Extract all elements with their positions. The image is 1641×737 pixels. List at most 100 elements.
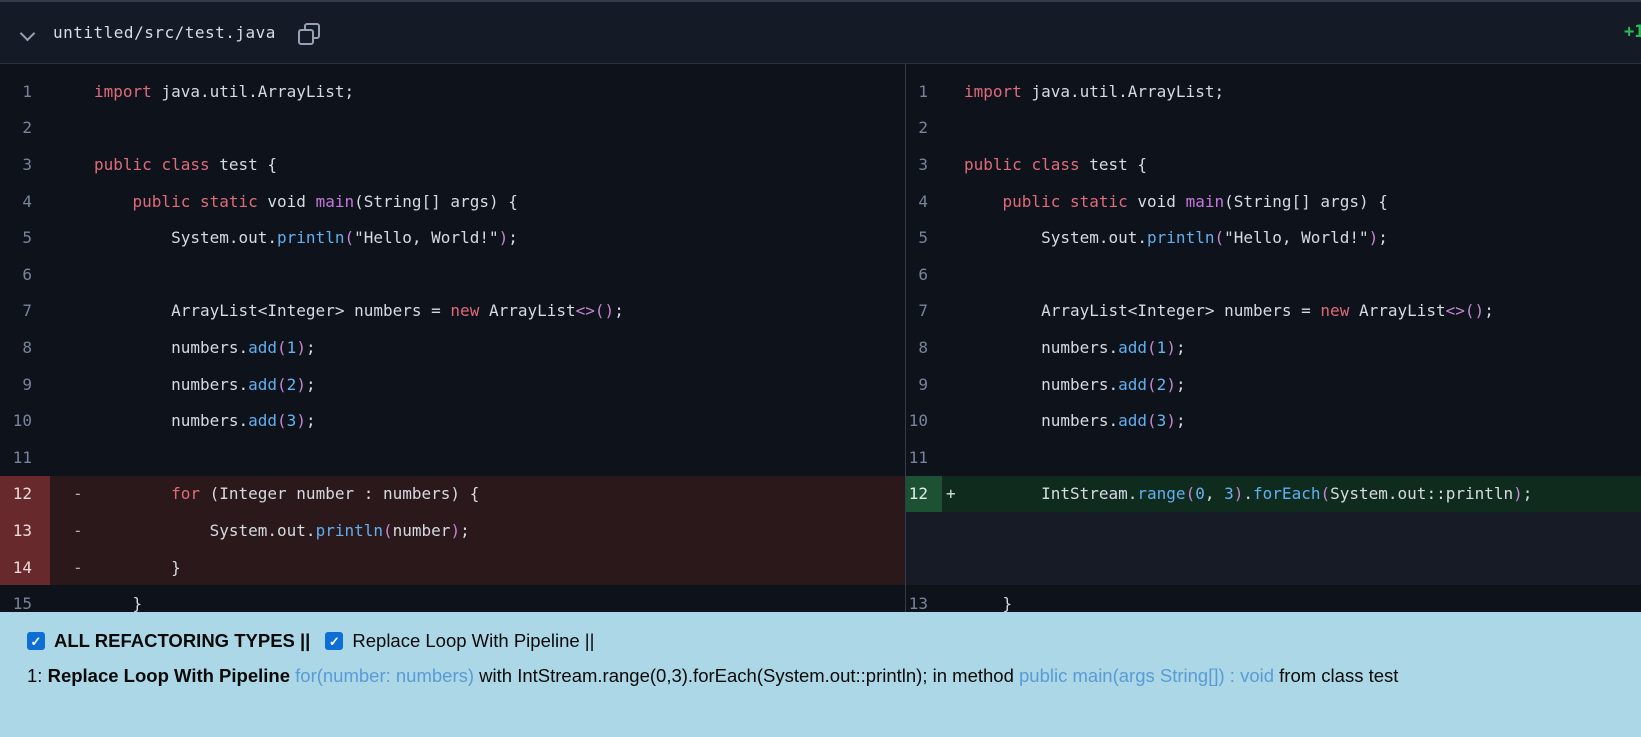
diff-alignment-filler [906,512,1641,586]
code-text: public class test { [964,154,1148,174]
code-text: System.out.println("Hello, World!"); [94,228,518,248]
line-number: 11 [12,447,32,467]
code-line: 8 numbers.add(1); [906,329,1641,366]
line-number: 9 [22,374,32,394]
code-line-added: 12 + IntStream.range(0, 3).forEach(System… [906,475,1641,513]
diff-marker: - [73,557,83,577]
diff-stat-clip: +1 [1624,22,1641,48]
original-code-pane[interactable]: 1 import java.util.ArrayList; 2 3 public cla… [0,64,906,612]
code-line: 4 public static void main(String[] args)… [906,183,1641,220]
code-text: } [94,594,143,612]
revised-code-pane[interactable]: 1 import java.util.ArrayList; 2 3 public cla… [906,64,1641,612]
code-line: 2 [0,110,905,147]
line-number: 10 [12,411,32,431]
code-line: 3 public class test { [906,146,1641,183]
code-line: 6 [0,256,905,293]
diff-view: 1 import java.util.ArrayList; 2 3 public cla… [0,64,1641,612]
code-text: numbers.add(2); [94,374,316,394]
code-line: 2 [906,110,1641,147]
code-text: System.out.println("Hello, World!"); [964,228,1388,248]
refactoring-description: 1: Replace Loop With Pipeline for(number… [27,665,1621,687]
line-number: 12 [0,475,50,513]
line-number: 8 [22,337,32,357]
refactoring-name: Replace Loop With Pipeline [47,665,296,686]
code-text: import java.util.ArrayList; [964,81,1225,101]
line-number: 4 [22,191,32,211]
code-line: 9 numbers.add(2); [0,366,905,403]
code-text: } [94,557,181,577]
code-line: 11 [906,439,1641,476]
line-number: 15 [12,594,32,612]
code-line: 5 System.out.println("Hello, World!"); [0,219,905,256]
diff-header: untitled/src/test.java +1 [0,0,1641,64]
code-line-removed: 13 - System.out.println(number); [0,512,905,549]
code-line: 9 numbers.add(2); [906,366,1641,403]
code-line: 6 [906,256,1641,293]
line-number: 1 [22,81,32,101]
code-text: numbers.add(1); [964,337,1186,357]
code-line: 15 } [0,585,905,612]
code-line: 7 ArrayList<Integer> numbers = new Array… [906,293,1641,330]
diff-marker: - [73,520,83,540]
code-line: 3 public class test { [0,146,905,183]
code-text: ArrayList<Integer> numbers = new ArrayLi… [964,301,1494,321]
code-line: 5 System.out.println("Hello, World!"); [906,219,1641,256]
copy-icon[interactable] [296,21,320,45]
code-line: 10 numbers.add(3); [906,402,1641,439]
code-line: 7 ArrayList<Integer> numbers = new Array… [0,293,905,330]
line-number: 3 [918,154,928,174]
code-line: 1 import java.util.ArrayList; [0,73,905,110]
code-text: ArrayList<Integer> numbers = new ArrayLi… [94,301,624,321]
code-line: 13 } [906,585,1641,612]
replace-loop-with-pipeline-label: Replace Loop With Pipeline || [352,630,595,651]
code-line: 1 import java.util.ArrayList; [906,73,1641,110]
all-refactoring-types-checkbox[interactable]: ✓ [27,632,45,650]
code-text: System.out.println(number); [94,520,470,540]
code-text: numbers.add(2); [964,374,1186,394]
diff-added-stat: +1 [1624,22,1641,42]
code-text: numbers.add(1); [94,337,316,357]
refactoring-filter-row: ✓ ALL REFACTORING TYPES || ✓ Replace Loo… [27,630,1621,652]
code-text: IntStream.range(0, 3).forEach(System.out… [964,484,1533,504]
chevron-down-icon[interactable] [20,25,36,41]
line-number: 5 [918,228,928,248]
code-text: import java.util.ArrayList; [94,81,355,101]
line-number: 4 [918,191,928,211]
replace-loop-with-pipeline-checkbox[interactable]: ✓ [325,632,344,650]
diff-marker: - [73,484,83,504]
diff-marker: + [946,484,956,504]
code-text: for (Integer number : numbers) { [171,484,480,504]
line-number: 1 [918,81,928,101]
all-refactoring-types-label: ALL REFACTORING TYPES || [54,630,311,651]
file-path[interactable]: untitled/src/test.java [53,23,276,42]
refactoring-panel: ✓ ALL REFACTORING TYPES || ✓ Replace Loo… [0,612,1641,737]
line-number: 7 [22,301,32,321]
code-text: numbers.add(3); [964,411,1186,431]
line-number: 6 [22,264,32,284]
code-line-removed: 12 - for (Integer number : numbers) { [0,475,905,513]
line-number: 5 [22,228,32,248]
line-number: 2 [918,118,928,138]
line-number: 11 [908,447,928,467]
line-number: 7 [918,301,928,321]
line-number: 3 [22,154,32,174]
code-line: 10 numbers.add(3); [0,402,905,439]
line-number: 13 [908,594,928,612]
code-text: public static void main(String[] args) { [132,191,518,211]
code-line-removed: 14 - } [0,548,905,586]
code-text: numbers.add(3); [94,411,316,431]
line-number: 10 [908,411,928,431]
line-number: 6 [918,264,928,284]
description-text: 1: [27,665,48,686]
refactoring-code-link[interactable]: public main(args String[]) : void [1019,665,1274,686]
line-number: 2 [22,118,32,138]
code-text: } [964,594,1013,612]
refactoring-code-link[interactable]: for(number: numbers) [295,665,474,686]
line-number: 13 [0,512,50,549]
code-text: public class test { [94,154,278,174]
code-line: 4 public static void main(String[] args)… [0,183,905,220]
description-text: from class test [1274,665,1399,686]
line-number: 12 [906,475,942,513]
diff-window: untitled/src/test.java +1 1 import java.u… [0,0,1641,737]
line-number: 8 [918,337,928,357]
